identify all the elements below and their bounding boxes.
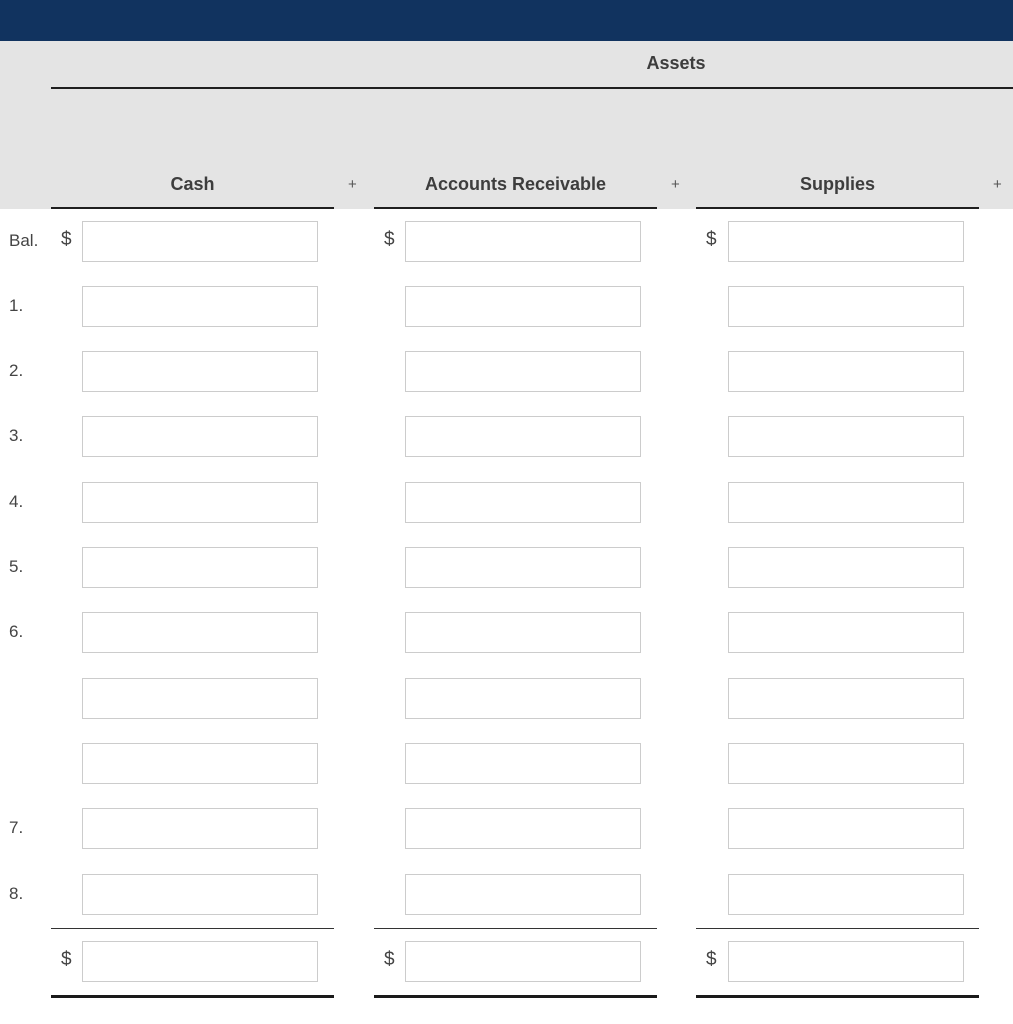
column-header-supplies: Supplies: [799, 174, 875, 194]
row-label: 1.: [9, 296, 24, 315]
cash-input[interactable]: [82, 678, 318, 719]
total-rule-accounts-receivable: [374, 928, 657, 929]
cash-input[interactable]: [82, 743, 318, 784]
row-label: 4.: [9, 492, 24, 511]
accounts-receivable-input[interactable]: [405, 612, 641, 653]
dollar-sign: $: [706, 229, 717, 250]
supplies-input[interactable]: [728, 221, 964, 262]
total-rule-cash: [51, 928, 334, 929]
cash-input[interactable]: [82, 221, 318, 262]
double-rule-cash: [51, 995, 334, 998]
supplies-input[interactable]: [728, 547, 964, 588]
accounts-receivable-input[interactable]: [405, 482, 641, 523]
assets-group-underline: [51, 87, 1013, 89]
accounts-receivable-input[interactable]: [405, 808, 641, 849]
assets-group-title: Assets: [646, 53, 706, 73]
total-dollar-sign: $: [384, 949, 395, 970]
cash-input[interactable]: [82, 482, 318, 523]
supplies-input[interactable]: [728, 351, 964, 392]
double-rule-supplies: [696, 995, 979, 998]
column-underline-accounts-receivable: [374, 207, 657, 209]
accounts-receivable-input[interactable]: [405, 221, 641, 262]
accounts-receivable-input[interactable]: [405, 351, 641, 392]
total-supplies-input[interactable]: [728, 941, 964, 982]
row-label: 7.: [9, 818, 24, 837]
total-accounts-receivable-input[interactable]: [405, 941, 641, 982]
cash-input[interactable]: [82, 612, 318, 653]
accounts-receivable-input[interactable]: [405, 678, 641, 719]
accounts-receivable-input[interactable]: [405, 547, 641, 588]
total-cash-input[interactable]: [82, 941, 318, 982]
column-header-accounts-receivable: Accounts Receivable: [424, 174, 607, 194]
plus-operator-supplies: +: [993, 176, 1002, 193]
supplies-input[interactable]: [728, 808, 964, 849]
dollar-sign: $: [61, 229, 72, 250]
supplies-input[interactable]: [728, 286, 964, 327]
column-underline-cash: [51, 207, 334, 209]
supplies-input[interactable]: [728, 482, 964, 523]
plus-operator-accounts-receivable: +: [671, 176, 680, 193]
row-label: Bal.: [9, 231, 39, 250]
cash-input[interactable]: [82, 808, 318, 849]
total-dollar-sign: $: [706, 949, 717, 970]
row-label: 3.: [9, 426, 24, 445]
supplies-input[interactable]: [728, 874, 964, 915]
column-underline-supplies: [696, 207, 979, 209]
row-label: 5.: [9, 557, 24, 576]
total-dollar-sign: $: [61, 949, 72, 970]
accounts-receivable-input[interactable]: [405, 874, 641, 915]
dollar-sign: $: [384, 229, 395, 250]
plus-operator-cash: +: [348, 176, 357, 193]
accounts-receivable-input[interactable]: [405, 416, 641, 457]
top-navigation-bar: [0, 0, 1013, 41]
total-rule-supplies: [696, 928, 979, 929]
accounts-receivable-input[interactable]: [405, 286, 641, 327]
row-label: 2.: [9, 361, 24, 380]
accounts-receivable-input[interactable]: [405, 743, 641, 784]
cash-input[interactable]: [82, 351, 318, 392]
supplies-input[interactable]: [728, 678, 964, 719]
cash-input[interactable]: [82, 547, 318, 588]
row-label: 8.: [9, 884, 24, 903]
supplies-input[interactable]: [728, 416, 964, 457]
row-label: 6.: [9, 622, 24, 641]
column-header-cash: Cash: [170, 174, 215, 194]
cash-input[interactable]: [82, 416, 318, 457]
cash-input[interactable]: [82, 286, 318, 327]
cash-input[interactable]: [82, 874, 318, 915]
double-rule-accounts-receivable: [374, 995, 657, 998]
supplies-input[interactable]: [728, 743, 964, 784]
supplies-input[interactable]: [728, 612, 964, 653]
